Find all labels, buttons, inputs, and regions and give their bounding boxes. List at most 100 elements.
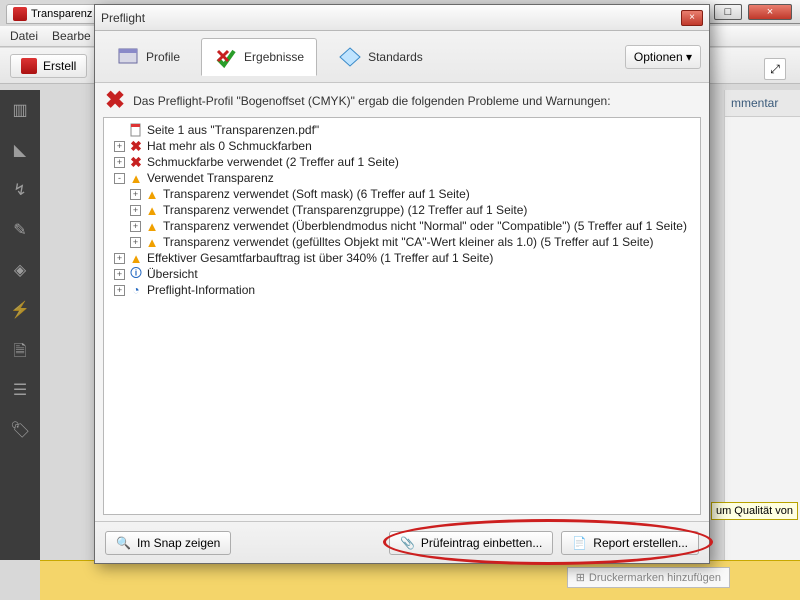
create-button-label: Erstell <box>43 59 76 73</box>
info2-icon: ◔ <box>129 283 143 297</box>
summary-text: Das Preflight-Profil "Bogenoffset (CMYK)… <box>133 94 610 108</box>
tree-node[interactable]: +▲Effektiver Gesamtfarbauftrag ist über … <box>110 250 694 266</box>
report-icon: 📄 <box>572 536 587 550</box>
outer-close-button[interactable]: × <box>748 4 792 20</box>
pages-icon[interactable]: ▥ <box>10 100 30 120</box>
tree-node-label: Transparenz verwendet (gefülltes Objekt … <box>163 235 654 249</box>
dialog-titlebar[interactable]: Preflight × <box>95 5 709 31</box>
attachments-icon[interactable]: ↯ <box>10 180 30 200</box>
tree-node[interactable]: + ✖ Schmuckfarbe verwendet (2 Treffer auf … <box>110 154 694 170</box>
create-button[interactable]: Erstell <box>10 54 87 78</box>
expand-panel-icon[interactable]: ⤢ <box>764 58 786 80</box>
tree-node-label: Transparenz verwendet (Transparenzgruppe… <box>163 203 527 217</box>
embed-audit-button[interactable]: 📎 Prüfeintrag einbetten... <box>389 531 553 555</box>
bookmarks-icon[interactable]: ◣ <box>10 140 30 160</box>
right-panel-header[interactable]: mmentar <box>725 90 800 117</box>
magnifier-icon: 🔍 <box>116 536 131 550</box>
footer-action-label: Druckermarken hinzufügen <box>589 572 721 584</box>
page-icon <box>129 123 143 137</box>
results-tree[interactable]: Seite 1 aus "Transparenzen.pdf" + ✖ Hat meh… <box>103 117 701 515</box>
signatures-icon[interactable]: ✎ <box>10 220 30 240</box>
tree-node[interactable]: + ◔ Preflight-Information <box>110 282 694 298</box>
preflight-dialog: Preflight × Profile Ergebnisse Standards… <box>94 4 710 564</box>
layers-icon[interactable]: ◈ <box>10 260 30 280</box>
tree-node-label: Seite 1 aus "Transparenzen.pdf" <box>147 123 319 137</box>
list-icon[interactable]: ☰ <box>10 380 30 400</box>
tree-node[interactable]: + ▲ Transparenz verwendet (gefülltes Objek… <box>110 234 694 250</box>
expander-icon <box>114 125 125 136</box>
tree-node-label: Effektiver Gesamtfarbauftrag ist über 34… <box>147 251 493 265</box>
tree-node[interactable]: + ▲ Transparenz verwendet (Überblendmodus … <box>110 218 694 234</box>
tree-node-label: Preflight-Information <box>147 283 255 297</box>
expander-icon[interactable]: + <box>130 205 141 216</box>
expander-icon[interactable]: + <box>130 189 141 200</box>
summary-error-icon: ✖ <box>105 91 125 111</box>
tree-node-label: Transparenz verwendet (Überblendmodus ni… <box>163 219 687 233</box>
left-tool-strip: ▥ ◣ ↯ ✎ ◈ ⚡ 🗎 ☰ 🏷 <box>0 90 40 560</box>
footer-action[interactable]: ⊞ Druckermarken hinzufügen <box>567 567 730 588</box>
create-report-label: Report erstellen... <box>593 536 688 550</box>
profile-icon <box>116 45 140 69</box>
expander-icon[interactable]: + <box>130 221 141 232</box>
tree-node-label: Schmuckfarbe verwendet (2 Treffer auf 1 … <box>147 155 399 169</box>
dialog-tabbar: Profile Ergebnisse Standards Optionen ▾ <box>95 31 709 83</box>
thunder-icon[interactable]: ⚡ <box>10 300 30 320</box>
tab-results-label: Ergebnisse <box>244 50 304 64</box>
paperclip-icon: 📎 <box>400 536 415 550</box>
right-panel: mmentar um Qualität von <box>724 90 800 560</box>
tree-node[interactable]: + ▲ Transparenz verwendet (Transparenzgrup… <box>110 202 694 218</box>
tab-standards-label: Standards <box>368 50 423 64</box>
dialog-title: Preflight <box>101 11 145 25</box>
info1-icon: 🛈 <box>129 267 143 281</box>
menu-file[interactable]: Datei <box>10 29 38 43</box>
standards-icon <box>338 45 362 69</box>
tab-results[interactable]: Ergebnisse <box>201 38 317 76</box>
tab-standards[interactable]: Standards <box>325 38 436 76</box>
status-footer: ⊞ Druckermarken hinzufügen <box>40 560 800 600</box>
options-button[interactable]: Optionen ▾ <box>625 45 701 69</box>
tree-node[interactable]: + 🛈 Übersicht <box>110 266 694 282</box>
redx-icon: ✖ <box>129 139 143 153</box>
tag-icon[interactable]: 🏷 <box>10 420 30 440</box>
warn-icon: ▲ <box>145 187 159 201</box>
tree-node[interactable]: + ▲ Transparenz verwendet (Soft mask) (6 T… <box>110 186 694 202</box>
results-icon <box>214 45 238 69</box>
tree-node-label: Übersicht <box>147 267 198 281</box>
dialog-footer: 🔍 Im Snap zeigen 📎 Prüfeintrag einbetten… <box>95 521 709 563</box>
create-pdf-icon <box>21 58 37 74</box>
warn-icon: ▲ <box>145 219 159 233</box>
expander-icon[interactable]: + <box>114 157 125 168</box>
tree-node-label: Verwendet Transparenz <box>147 171 274 185</box>
show-in-snap-button[interactable]: 🔍 Im Snap zeigen <box>105 531 231 555</box>
tab-profile[interactable]: Profile <box>103 38 193 76</box>
expander-icon[interactable]: + <box>130 237 141 248</box>
chevron-down-icon: ▾ <box>686 50 692 64</box>
expander-icon[interactable]: + <box>114 285 125 296</box>
pdf-icon <box>13 7 27 21</box>
warn-icon: ▲ <box>145 235 159 249</box>
dialog-close-button[interactable]: × <box>681 10 703 26</box>
expander-icon[interactable]: + <box>114 269 125 280</box>
tab-profile-label: Profile <box>146 50 180 64</box>
embed-audit-label: Prüfeintrag einbetten... <box>421 536 542 550</box>
plus-icon: ⊞ <box>576 571 585 584</box>
warn-icon: ▲ <box>145 203 159 217</box>
tree-node[interactable]: -▲Verwendet Transparenz <box>110 170 694 186</box>
document-icon[interactable]: 🗎 <box>10 340 30 360</box>
expander-icon[interactable]: + <box>114 253 125 264</box>
outer-maximize-button[interactable]: □ <box>714 4 742 20</box>
tree-node-label: Hat mehr als 0 Schmuckfarben <box>147 139 312 153</box>
tree-node[interactable]: + ✖ Hat mehr als 0 Schmuckfarben <box>110 138 694 154</box>
menu-edit[interactable]: Bearbe <box>52 29 91 43</box>
right-panel-tooltip: um Qualität von <box>711 502 798 520</box>
tree-node-label: Transparenz verwendet (Soft mask) (6 Tre… <box>163 187 470 201</box>
create-report-button[interactable]: 📄 Report erstellen... <box>561 531 699 555</box>
summary-row: ✖ Das Preflight-Profil "Bogenoffset (CMY… <box>95 83 709 117</box>
document-tab-label: Transparenz <box>31 8 92 20</box>
document-tab[interactable]: Transparenz <box>6 4 103 24</box>
tree-node[interactable]: Seite 1 aus "Transparenzen.pdf" <box>110 122 694 138</box>
expander-icon[interactable]: - <box>114 173 125 184</box>
expander-icon[interactable]: + <box>114 141 125 152</box>
show-in-snap-label: Im Snap zeigen <box>137 536 220 550</box>
redx-icon: ✖ <box>129 155 143 169</box>
